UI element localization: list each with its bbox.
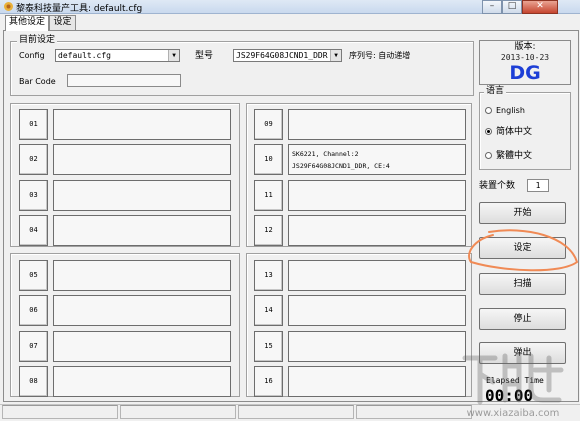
slot-info-06 [53, 295, 231, 326]
slot-number-15: 15 [254, 331, 283, 362]
slot-number-14: 14 [254, 295, 283, 326]
slot-number-10: 10 [254, 144, 283, 175]
current-settings-legend: 目前设定 [17, 35, 58, 45]
barcode-label: Bar Code [19, 77, 56, 86]
watermark-logo: www.xiazaiba.com [462, 353, 564, 419]
device-count-label: 装置个数 [479, 181, 516, 191]
slot-info-08 [53, 366, 231, 397]
scan-button[interactable]: 扫描 [479, 273, 566, 295]
slot-info-03 [53, 180, 231, 211]
window-title: 黎泰科技量产工具: default.cfg [16, 4, 143, 14]
slot-number-07: 07 [19, 331, 48, 362]
slot-number-06: 06 [19, 295, 48, 326]
slot-info-15 [288, 331, 466, 362]
slot-info-13 [288, 260, 466, 291]
model-value: JS29F64G08JCND1_DDR [236, 51, 328, 60]
slot-info-05 [53, 260, 231, 291]
maximize-button[interactable]: □ [502, 0, 522, 14]
model-select[interactable]: JS29F64G08JCND1_DDR ▼ [233, 49, 342, 62]
title-bar: 黎泰科技量产工具: default.cfg – □ ✕ [0, 0, 580, 14]
language-simplified-label: 简体中文 [496, 127, 533, 137]
slot-info-10: SK6221, Channel:2 JS29F64G08JCND1_DDR, CE… [288, 144, 466, 175]
chevron-down-icon[interactable]: ▼ [330, 50, 341, 61]
slot-number-08: 08 [19, 366, 48, 397]
version-code: DG [509, 62, 541, 84]
slot-info-07 [53, 331, 231, 362]
slot-number-03: 03 [19, 180, 48, 211]
serial-label: 序列号: 自动递增 [349, 51, 411, 60]
app-icon [4, 2, 13, 11]
config-value: default.cfg [58, 51, 111, 60]
version-box: 版本: 2013-10-23 DG [479, 40, 571, 85]
model-label: 型号 [195, 51, 214, 61]
svg-text:www.xiazaiba.com: www.xiazaiba.com [467, 408, 560, 419]
close-button[interactable]: ✕ [522, 0, 558, 14]
device-count-field[interactable]: 1 [527, 179, 549, 192]
chevron-down-icon[interactable]: ▼ [168, 50, 179, 61]
slot-number-11: 11 [254, 180, 283, 211]
language-legend: 语言 [484, 86, 507, 96]
status-cell-1 [2, 405, 118, 419]
slot-info-01 [53, 109, 231, 140]
slot-info-line: JS29F64G08JCND1_DDR, CE:4 [292, 162, 390, 170]
tab-other-settings[interactable]: 其他设定 [5, 15, 49, 31]
highlight-circle [468, 229, 579, 272]
slot-info-09 [288, 109, 466, 140]
language-english-label: English [496, 106, 525, 115]
status-cell-3 [238, 405, 354, 419]
config-label: Config [19, 51, 45, 60]
radio-simplified-chinese[interactable] [485, 128, 492, 135]
status-cell-2 [120, 405, 236, 419]
slot-number-16: 16 [254, 366, 283, 397]
slot-number-05: 05 [19, 260, 48, 291]
slot-info-11 [288, 180, 466, 211]
slot-number-02: 02 [19, 144, 48, 175]
slot-number-01: 01 [19, 109, 48, 140]
radio-english[interactable] [485, 107, 492, 114]
stop-button[interactable]: 停止 [479, 308, 566, 330]
slot-info-line: SK6221, Channel:2 [292, 150, 359, 158]
slot-info-02 [53, 144, 231, 175]
language-traditional-label: 繁體中文 [496, 151, 533, 161]
slot-info-16 [288, 366, 466, 397]
slot-info-04 [53, 215, 231, 246]
version-label: 版本: [514, 42, 536, 52]
slot-number-12: 12 [254, 215, 283, 246]
slot-number-04: 04 [19, 215, 48, 246]
slot-number-09: 09 [254, 109, 283, 140]
tab-settings[interactable]: 设定 [49, 15, 76, 30]
start-button[interactable]: 开始 [479, 202, 566, 224]
slot-info-14 [288, 295, 466, 326]
barcode-input[interactable] [67, 74, 181, 87]
slot-number-13: 13 [254, 260, 283, 291]
radio-traditional-chinese[interactable] [485, 152, 492, 159]
config-select[interactable]: default.cfg ▼ [55, 49, 180, 62]
minimize-button[interactable]: – [482, 0, 502, 14]
slot-info-12 [288, 215, 466, 246]
